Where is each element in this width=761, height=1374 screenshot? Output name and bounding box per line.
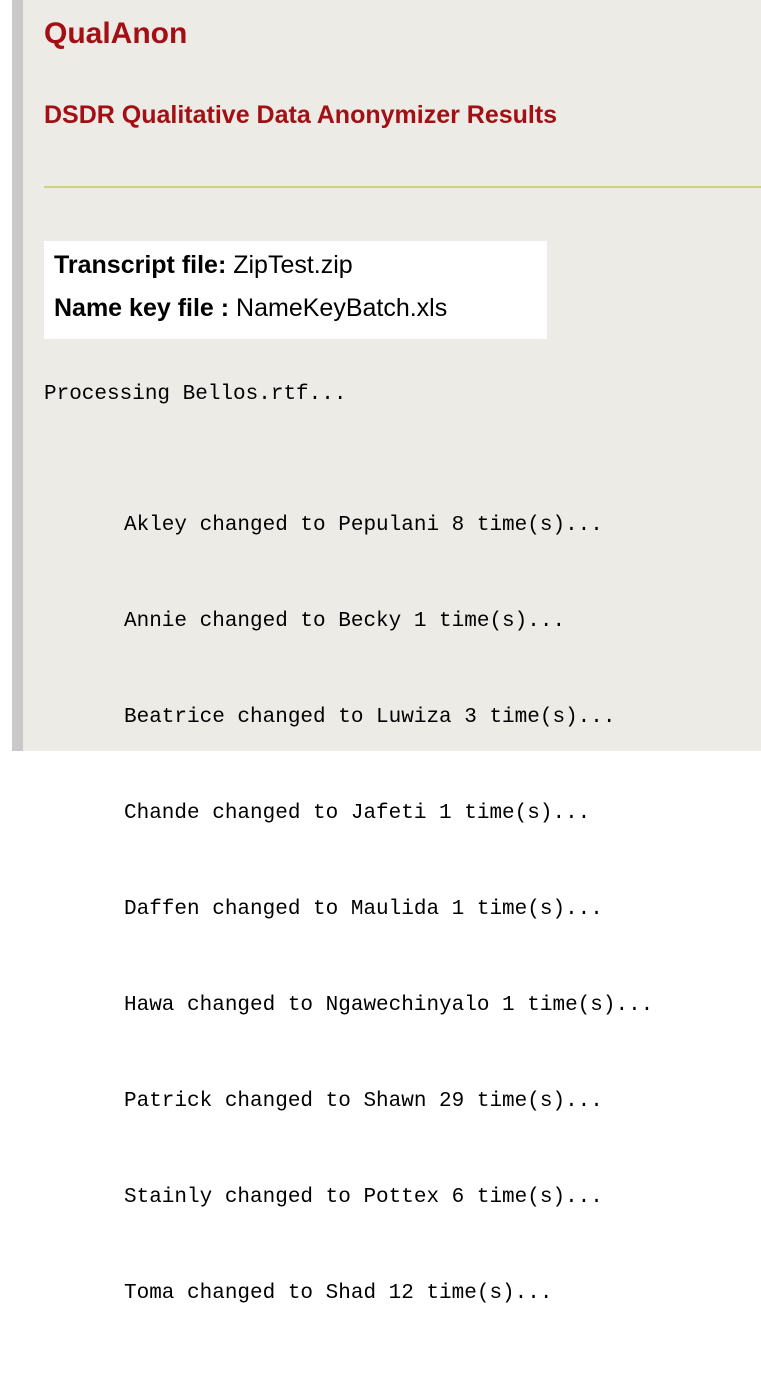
- log-entry: Daffen changed to Maulida 1 time(s)...: [124, 898, 603, 921]
- page-subtitle: DSDR Qualitative Data Anonymizer Results: [44, 101, 558, 129]
- transcript-file-row: Transcript file: ZipTest.zip: [54, 251, 353, 280]
- results-panel: QualAnon DSDR Qualitative Data Anonymize…: [23, 0, 761, 1305]
- name-key-file-name: NameKeyBatch.xls: [236, 294, 448, 322]
- app-title: QualAnon: [44, 17, 188, 50]
- processing-line: Processing Bellos.rtf...: [44, 383, 347, 406]
- section-divider: [44, 186, 761, 188]
- log-entry: Akley changed to Pepulani 8 time(s)...: [124, 514, 603, 537]
- name-key-file-row: Name key file : NameKeyBatch.xls: [54, 294, 448, 323]
- log-entry: Patrick changed to Shawn 29 time(s)...: [124, 1090, 603, 1113]
- window-left-border: [12, 0, 23, 751]
- transcript-file-label: Transcript file:: [54, 251, 227, 279]
- log-entry: Annie changed to Becky 1 time(s)...: [124, 610, 566, 633]
- log-entry: Stainly changed to Pottex 6 time(s)...: [124, 1186, 603, 1209]
- name-change-log: Akley changed to Pepulani 8 time(s)... A…: [124, 446, 653, 1374]
- file-info-box: Transcript file: ZipTest.zip Name key fi…: [44, 241, 547, 339]
- log-entry: Toma changed to Shad 12 time(s)...: [124, 1282, 553, 1305]
- log-entry: Beatrice changed to Luwiza 3 time(s)...: [124, 706, 616, 729]
- log-entry: Chande changed to Jafeti 1 time(s)...: [124, 802, 591, 825]
- name-key-file-label: Name key file :: [54, 294, 230, 322]
- log-entry: Hawa changed to Ngawechinyalo 1 time(s).…: [124, 994, 654, 1017]
- transcript-file-name: ZipTest.zip: [233, 251, 353, 279]
